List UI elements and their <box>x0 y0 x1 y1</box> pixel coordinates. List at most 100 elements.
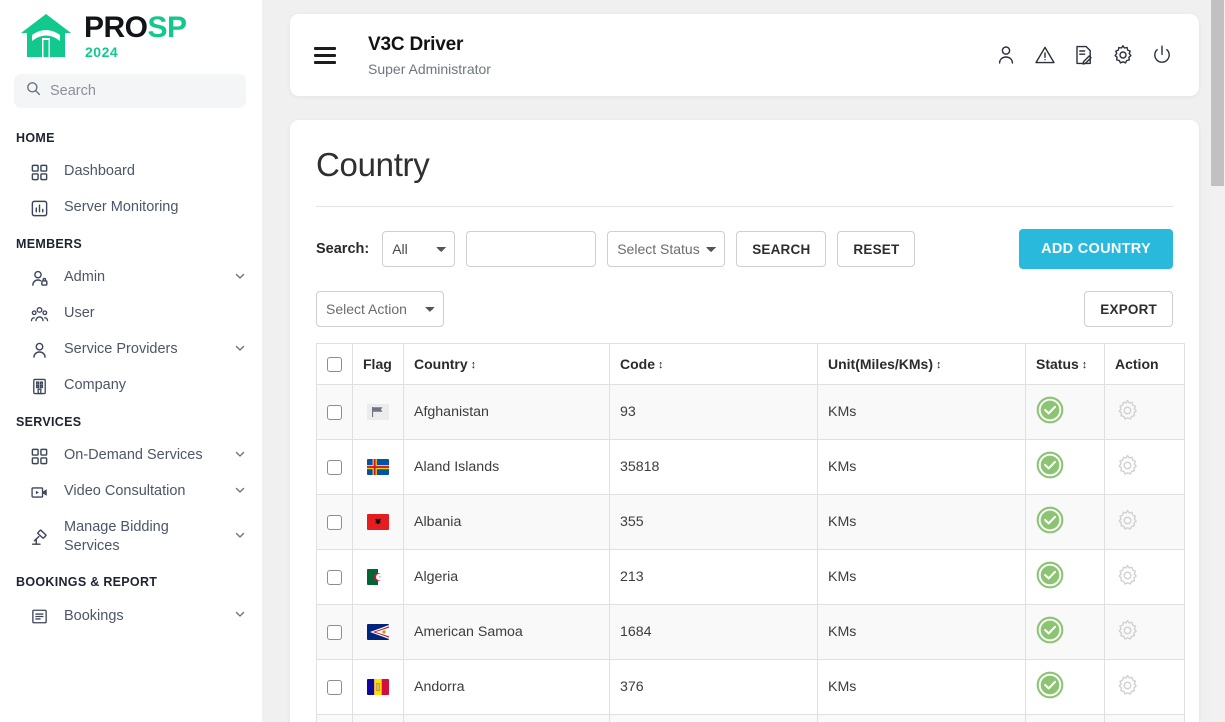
status-active-check-icon[interactable] <box>1036 671 1064 703</box>
sidebar-item-video-consultation[interactable]: Video Consultation <box>0 474 262 510</box>
sidebar-item-on-demand-services[interactable]: On-Demand Services <box>0 438 262 474</box>
search-field-select[interactable]: All <box>382 231 456 267</box>
search-button[interactable]: SEARCH <box>736 231 827 267</box>
sidebar-item-manage-bidding-services[interactable]: Manage Bidding Services <box>0 510 262 564</box>
brand-logo[interactable]: PROSP 2024 <box>0 0 262 68</box>
row-checkbox[interactable] <box>327 514 342 530</box>
row-checkbox[interactable] <box>327 459 342 475</box>
status-active-check-icon[interactable] <box>1036 451 1064 483</box>
flag-cell <box>352 549 404 605</box>
sort-arrows-icon[interactable]: ↕ <box>936 360 942 371</box>
chevron-down-icon[interactable] <box>234 528 246 546</box>
status-filter-select[interactable]: Select Status <box>607 231 726 267</box>
table-header: Flag Country ↕ Code ↕ Unit(Miles/KMs) ↕ Sta… <box>316 343 1185 385</box>
header-title-block: V3C Driver Super Administrator <box>368 34 995 77</box>
row-select-cell <box>316 439 353 495</box>
sidebar-item-admin[interactable]: Admin <box>0 260 262 296</box>
building-icon <box>30 376 50 396</box>
alert-triangle-icon[interactable] <box>1034 44 1056 66</box>
status-active-check-icon[interactable] <box>1036 561 1064 593</box>
row-checkbox[interactable] <box>327 679 342 695</box>
bulk-action-toolbar: Select Action EXPORT <box>316 291 1173 327</box>
table-row: Andorra 376 KMs <box>316 659 1185 715</box>
sidebar-item-bookings[interactable]: Bookings <box>0 598 262 634</box>
column-header-unit[interactable]: Unit(Miles/KMs) ↕ <box>817 343 1026 385</box>
row-settings-gear-icon[interactable] <box>1115 618 1140 647</box>
power-icon[interactable] <box>1151 44 1173 66</box>
row-settings-gear-icon[interactable] <box>1115 398 1140 427</box>
column-header-country[interactable]: Country ↕ <box>403 343 610 385</box>
row-settings-gear-icon[interactable] <box>1115 673 1140 702</box>
add-country-button[interactable]: ADD COUNTRY <box>1019 229 1173 269</box>
status-cell <box>1025 494 1105 550</box>
sidebar: PROSP 2024 Search HOME Dashboard Server … <box>0 0 262 722</box>
status-active-check-icon[interactable] <box>1036 396 1064 428</box>
row-settings-gear-icon[interactable] <box>1115 563 1140 592</box>
country-code-cell: 93 <box>609 384 818 440</box>
search-label: Search: <box>316 241 370 257</box>
select-all-header <box>316 343 353 385</box>
chevron-down-icon[interactable] <box>234 269 246 287</box>
chevron-down-icon[interactable] <box>234 483 246 501</box>
unit-cell: KMs <box>817 659 1026 715</box>
unit-cell: KMs <box>817 494 1026 550</box>
hamburger-icon[interactable] <box>314 46 336 64</box>
house-logo-icon <box>18 11 74 61</box>
page-scrollbar[interactable] <box>1210 0 1225 722</box>
flag-cell <box>352 659 404 715</box>
sidebar-section-services: SERVICES <box>16 415 82 429</box>
sort-arrows-icon[interactable]: ↕ <box>658 360 664 371</box>
country-name-cell: Algeria <box>403 549 610 605</box>
row-select-cell <box>316 494 353 550</box>
row-checkbox[interactable] <box>327 569 342 585</box>
reset-button[interactable]: RESET <box>837 231 916 267</box>
column-header-status[interactable]: Status ↕ <box>1025 343 1105 385</box>
bar-chart-icon <box>30 198 50 218</box>
user-icon <box>30 340 50 360</box>
status-active-check-icon[interactable] <box>1036 616 1064 648</box>
sidebar-item-dashboard[interactable]: Dashboard <box>0 154 262 190</box>
table-row: Albania 355 KMs <box>316 494 1185 550</box>
country-name-cell: Albania <box>403 494 610 550</box>
status-active-check-icon[interactable] <box>1036 506 1064 538</box>
main-content: V3C Driver Super Administrator Country S… <box>262 0 1225 722</box>
flag-cell <box>352 439 404 495</box>
logo-text-sp: SP <box>147 11 188 44</box>
sidebar-search-input[interactable]: Search <box>14 74 246 108</box>
settings-gear-icon[interactable] <box>1112 44 1134 66</box>
row-select-cell <box>316 714 353 722</box>
sort-arrows-icon[interactable]: ↕ <box>1082 360 1088 371</box>
sidebar-item-service-providers[interactable]: Service Providers <box>0 332 262 368</box>
chevron-down-icon[interactable] <box>234 341 246 359</box>
profile-icon[interactable] <box>995 44 1017 66</box>
document-edit-icon[interactable] <box>1073 44 1095 66</box>
row-checkbox[interactable] <box>327 404 342 420</box>
scrollbar-thumb[interactable] <box>1211 0 1224 186</box>
sidebar-section-bookings-report: BOOKINGS & REPORT <box>16 575 158 590</box>
country-code-cell: 244 <box>609 714 818 722</box>
column-header-flag: Flag <box>352 343 404 385</box>
sidebar-item-label: Bookings <box>64 607 124 624</box>
row-settings-gear-icon[interactable] <box>1115 508 1140 537</box>
row-checkbox[interactable] <box>327 624 342 640</box>
action-cell <box>1104 604 1185 660</box>
flag-cell <box>352 384 404 440</box>
sidebar-item-company[interactable]: Company <box>0 368 262 404</box>
gavel-icon <box>30 527 50 547</box>
row-settings-gear-icon[interactable] <box>1115 453 1140 482</box>
search-text-input[interactable] <box>466 231 597 267</box>
sidebar-item-server-monitoring[interactable]: Server Monitoring <box>0 190 262 226</box>
table-row: Algeria 213 KMs <box>316 549 1185 605</box>
select-all-checkbox[interactable] <box>327 356 342 372</box>
sidebar-item-user[interactable]: User <box>0 296 262 332</box>
column-header-code[interactable]: Code ↕ <box>609 343 818 385</box>
logo-year: 2024 <box>85 44 119 60</box>
flag-cell <box>352 604 404 660</box>
chevron-down-icon[interactable] <box>234 607 246 625</box>
export-button[interactable]: EXPORT <box>1084 291 1173 327</box>
chevron-down-icon[interactable] <box>234 447 246 465</box>
country-flag-icon <box>367 404 389 420</box>
country-flag-icon <box>367 514 389 530</box>
sort-arrows-icon[interactable]: ↕ <box>471 360 477 371</box>
bulk-action-select[interactable]: Select Action <box>316 291 444 327</box>
